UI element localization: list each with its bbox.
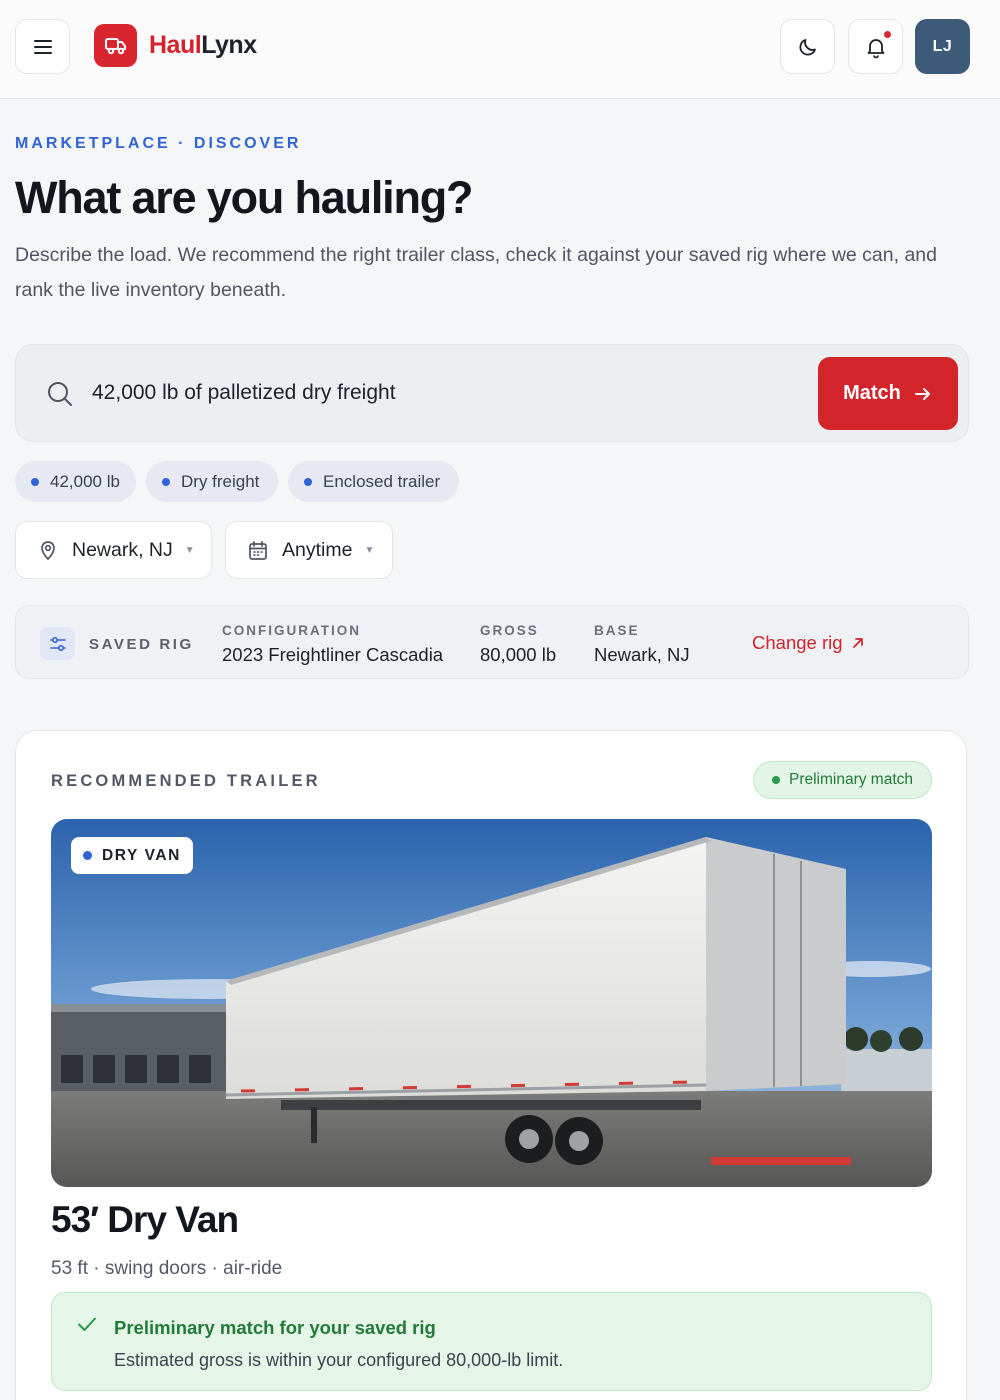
match-note-title: Preliminary match for your saved rig bbox=[114, 1317, 436, 1338]
location-filter-value: Newark, NJ bbox=[72, 538, 173, 561]
saved-rig-label: SAVED RIG bbox=[89, 636, 194, 653]
match-status-label: Preliminary match bbox=[788, 771, 914, 788]
rig-settings-icon-box bbox=[40, 627, 75, 660]
search-icon bbox=[48, 382, 72, 406]
location-pin-icon bbox=[41, 541, 55, 561]
page-description: Describe the load. We recommend the righ… bbox=[15, 244, 937, 301]
brand-name-part2: Lynx bbox=[201, 31, 257, 59]
chip-freight-type[interactable]: Dry freight bbox=[146, 461, 278, 502]
saved-rig-panel: SAVED RIG CONFIGURATION 2023 Freightline… bbox=[15, 605, 969, 679]
status-dot bbox=[771, 776, 780, 784]
match-button[interactable]: Match bbox=[818, 357, 958, 430]
rig-configuration-value: 2023 Freightliner Cascadia bbox=[222, 644, 444, 665]
chip-trailer-type[interactable]: Enclosed trailer bbox=[288, 461, 459, 502]
page-title: What are you hauling? bbox=[15, 172, 474, 223]
truck-icon bbox=[104, 37, 126, 54]
rig-base-value: Newark, NJ bbox=[594, 644, 690, 665]
chip-dot bbox=[162, 477, 170, 486]
sliders-icon bbox=[49, 636, 66, 651]
trailer-photo: DRY VAN bbox=[51, 819, 932, 1187]
location-filter[interactable]: Newark, NJ ▼ bbox=[15, 521, 212, 579]
chevron-down-icon: ▼ bbox=[364, 544, 375, 556]
chip-weight[interactable]: 42,000 lb bbox=[15, 461, 136, 502]
rig-gross-value: 80,000 lb bbox=[480, 644, 557, 665]
arrow-right-icon bbox=[914, 387, 930, 400]
date-filter-value: Anytime bbox=[282, 538, 353, 561]
date-filter[interactable]: Anytime ▼ bbox=[225, 521, 393, 579]
recommended-trailer-card: RECOMMENDED TRAILER Preliminary match DR… bbox=[15, 730, 967, 1400]
user-avatar[interactable]: LJ bbox=[915, 19, 970, 74]
notifications-button[interactable] bbox=[848, 19, 903, 74]
match-button-label: Match bbox=[843, 382, 901, 404]
load-search-input[interactable]: 42,000 lb of palletized dry freight bbox=[92, 381, 792, 405]
top-bar: HaulLynx LJ bbox=[0, 0, 1000, 99]
match-note: Preliminary match for your saved rig Est… bbox=[51, 1292, 932, 1391]
type-dot bbox=[83, 851, 92, 860]
chip-label: Enclosed trailer bbox=[323, 471, 441, 491]
change-rig-label: Change rig bbox=[752, 632, 843, 653]
trailer-type-tag: DRY VAN bbox=[71, 837, 193, 874]
chip-label: Dry freight bbox=[181, 471, 260, 491]
external-arrow-icon bbox=[852, 638, 863, 648]
moon-icon bbox=[799, 38, 816, 55]
chevron-down-icon: ▼ bbox=[184, 544, 195, 556]
rig-gross-key: GROSS bbox=[480, 623, 539, 638]
calendar-icon bbox=[249, 540, 267, 560]
logo-mark[interactable] bbox=[94, 24, 137, 67]
brand-name-part1: Haul bbox=[149, 31, 202, 59]
chip-dot bbox=[304, 477, 312, 486]
load-search-bar: 42,000 lb of palletized dry freight Matc… bbox=[15, 344, 969, 442]
menu-button[interactable] bbox=[15, 19, 70, 74]
menu-icon bbox=[33, 39, 52, 54]
notification-dot bbox=[882, 29, 893, 40]
section-label: RECOMMENDED TRAILER bbox=[51, 772, 321, 790]
trailer-type-label: DRY VAN bbox=[102, 846, 181, 864]
chip-dot bbox=[31, 477, 39, 486]
match-status-badge: Preliminary match bbox=[753, 761, 932, 799]
rig-gross: GROSS 80,000 lb bbox=[480, 623, 556, 666]
rig-configuration: CONFIGURATION 2023 Freightliner Cascadia bbox=[222, 623, 443, 666]
match-note-detail: Estimated gross is within your configure… bbox=[114, 1350, 564, 1370]
change-rig-link[interactable]: Change rig bbox=[752, 632, 865, 654]
breadcrumb: MARKETPLACE · DISCOVER bbox=[15, 135, 302, 152]
trailer-name: 53′ Dry Van bbox=[51, 1199, 239, 1240]
trailer-specs: 53 ft · swing doors · air-ride bbox=[51, 1258, 283, 1279]
rig-configuration-key: CONFIGURATION bbox=[222, 623, 361, 638]
rig-base-key: BASE bbox=[594, 623, 640, 638]
rig-base: BASE Newark, NJ bbox=[594, 623, 690, 666]
check-icon bbox=[78, 1317, 96, 1331]
trailer-illustration bbox=[51, 819, 932, 1187]
chip-label: 42,000 lb bbox=[50, 471, 120, 491]
theme-toggle-button[interactable] bbox=[780, 19, 835, 74]
brand-name[interactable]: HaulLynx bbox=[149, 31, 257, 60]
